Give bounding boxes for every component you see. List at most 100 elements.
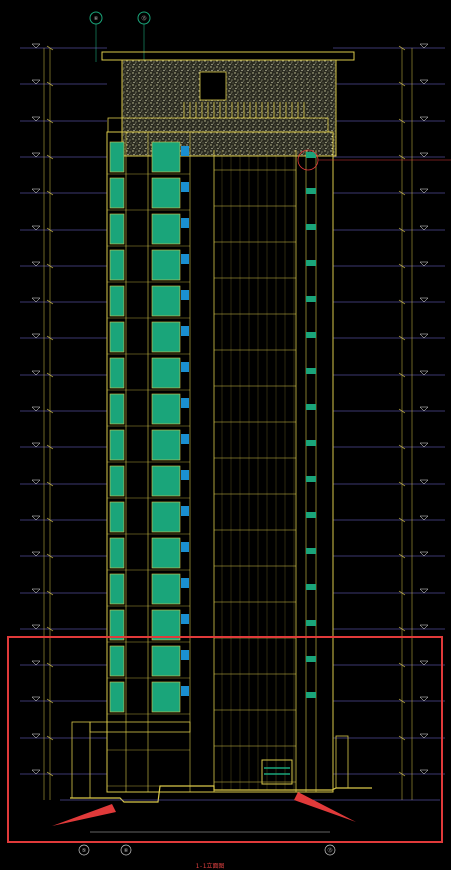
window-left <box>109 573 125 605</box>
window-glass-accent <box>181 650 189 660</box>
window-right-strip <box>306 476 316 482</box>
window-right-strip <box>306 296 316 302</box>
level-marker-icon <box>31 43 41 49</box>
window-right-strip <box>306 188 316 194</box>
window-right-strip <box>306 440 316 446</box>
window-left <box>109 177 125 209</box>
window-glass-accent <box>181 218 189 228</box>
window-left <box>109 285 125 317</box>
right-arrow-icon <box>294 792 356 822</box>
level-marker-icon <box>31 769 41 775</box>
level-marker-icon <box>419 696 429 702</box>
level-marker-icon <box>31 660 41 666</box>
axis-label-13: ⑬ <box>141 15 146 22</box>
window-center <box>151 681 181 713</box>
window-left <box>109 681 125 713</box>
level-marker-icon <box>31 79 41 85</box>
window-center <box>151 609 181 641</box>
level-marker-icon <box>31 406 41 412</box>
level-marker-icon <box>419 225 429 231</box>
window-glass-accent <box>181 614 189 624</box>
window-center <box>151 537 181 569</box>
level-marker-icon <box>419 79 429 85</box>
level-marker-icon <box>419 370 429 376</box>
window-center <box>151 321 181 353</box>
level-marker-icon <box>419 333 429 339</box>
window-left <box>109 357 125 389</box>
window-right-strip <box>306 620 316 626</box>
floor-lines <box>107 150 296 790</box>
window-left <box>109 249 125 281</box>
ground-podium <box>60 721 440 833</box>
window-glass-accent <box>181 398 189 408</box>
left-dimension-chain <box>43 45 54 800</box>
level-marker-icon <box>419 406 429 412</box>
bottom-axis-label-13: ⑬ <box>327 847 332 854</box>
window-center <box>151 357 181 389</box>
window-center <box>151 465 181 497</box>
level-marker-icon <box>419 188 429 194</box>
level-marker-icon <box>31 297 41 303</box>
window-center <box>151 213 181 245</box>
level-marker-icon <box>31 261 41 267</box>
bottom-axis-label-6: ⑥ <box>124 848 129 854</box>
level-marker-icon <box>419 261 429 267</box>
level-marker-icon <box>31 588 41 594</box>
level-marker-icon <box>31 225 41 231</box>
level-marker-icon <box>419 152 429 158</box>
level-marker-icon <box>31 188 41 194</box>
level-marker-icon <box>31 479 41 485</box>
window-center <box>151 285 181 317</box>
window-right-strip <box>306 692 316 698</box>
highlight-annotation <box>7 636 443 843</box>
level-marker-icon <box>31 442 41 448</box>
window-right-strip <box>306 332 316 338</box>
window-center <box>151 501 181 533</box>
level-marker-icon <box>419 442 429 448</box>
window-glass-accent <box>181 506 189 516</box>
window-right-strip <box>306 260 316 266</box>
window-left <box>109 537 125 569</box>
level-marker-icon <box>419 660 429 666</box>
level-marker-icon <box>31 116 41 122</box>
window-left <box>109 501 125 533</box>
window-left <box>109 141 125 173</box>
window-glass-accent <box>181 182 189 192</box>
window-right-strip <box>306 584 316 590</box>
axis-label-6: ⑥ <box>94 16 99 22</box>
window-glass-accent <box>181 470 189 480</box>
window-left <box>109 213 125 245</box>
window-glass-accent <box>181 254 189 264</box>
window-glass-accent <box>181 686 189 696</box>
window-glass-accent <box>181 326 189 336</box>
window-left <box>109 429 125 461</box>
window-right-strip <box>306 404 316 410</box>
level-marker-icon <box>419 43 429 49</box>
level-marker-icon <box>31 624 41 630</box>
bottom-axis-label-5: ⑤ <box>82 848 87 854</box>
window-center <box>151 249 181 281</box>
level-marker-icon <box>419 769 429 775</box>
window-center <box>151 645 181 677</box>
window-glass-accent <box>181 290 189 300</box>
bottom-axis-markers: ⑤ ⑥ ⑬ 1-1立面图 <box>78 844 336 870</box>
level-marker-icon <box>31 551 41 557</box>
elevation-drawing: ⑥ ⑬ ⑤ ⑥ ⑬ 1-1立面图 <box>7 11 451 870</box>
window-left <box>109 465 125 497</box>
level-marker-icon <box>419 515 429 521</box>
window-right-strip <box>306 548 316 554</box>
window-center <box>151 141 181 173</box>
highlight-box <box>7 636 443 843</box>
level-marker-icon <box>31 333 41 339</box>
cad-canvas[interactable]: ⑥ ⑬ ⑤ ⑥ ⑬ 1-1立面图 <box>0 0 451 870</box>
left-arrow-icon <box>52 804 116 826</box>
level-marker-icon <box>419 624 429 630</box>
window-center <box>151 573 181 605</box>
window-left <box>109 645 125 677</box>
drawing-title: 1-1立面图 <box>196 862 225 870</box>
window-right-strip <box>306 368 316 374</box>
top-axis-markers: ⑥ ⑬ <box>89 11 151 62</box>
level-marker-icon <box>31 733 41 739</box>
window-glass-accent <box>181 542 189 552</box>
window-right-strip <box>306 224 316 230</box>
